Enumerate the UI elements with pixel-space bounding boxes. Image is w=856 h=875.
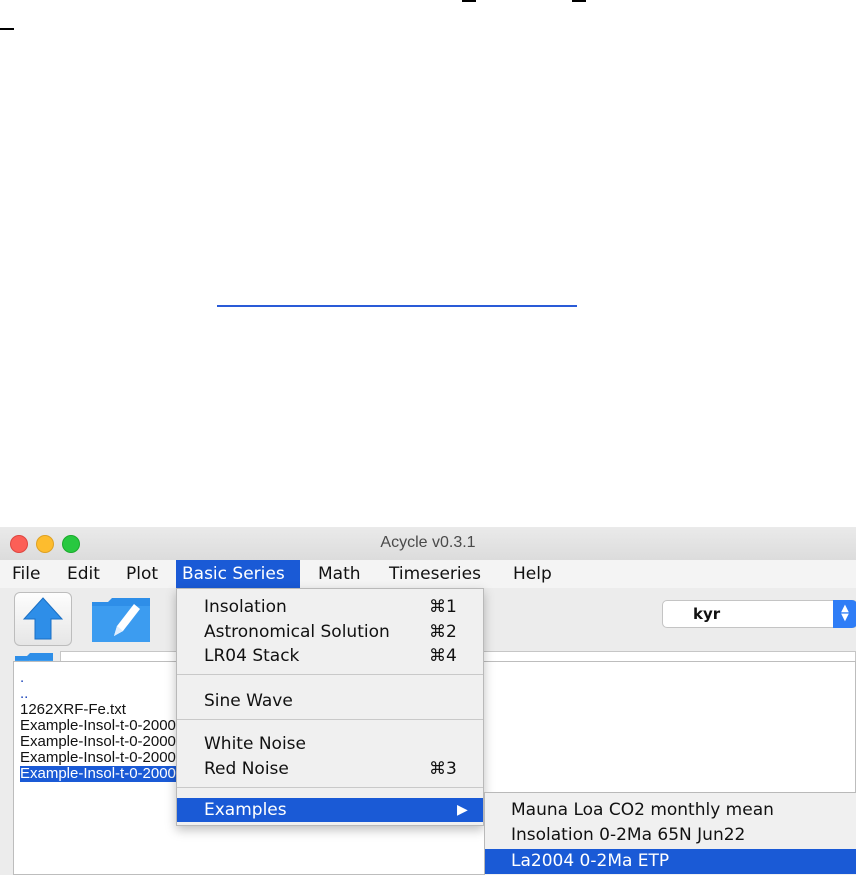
menu-item-insolation[interactable]: Insolation ⌘1 [177,595,483,619]
file-list-item[interactable]: . [20,670,24,686]
menu-item-sine-wave[interactable]: Sine Wave [177,689,483,713]
menu-item-shortcut: ⌘4 [429,646,457,666]
menu-item-label: Examples [204,800,287,820]
menu-help[interactable]: Help [507,560,558,588]
document-underline-3 [0,28,14,30]
menu-edit[interactable]: Edit [61,560,106,588]
menu-item-label: Red Noise [204,759,289,779]
submenu-arrow-icon: ▶ [457,802,468,818]
edit-file-button[interactable] [90,592,150,644]
document-hyperlink-underline[interactable] [217,305,577,307]
document-underline-1 [462,0,476,2]
menu-item-red-noise[interactable]: Red Noise ⌘3 [177,757,483,781]
menu-item-lr04-stack[interactable]: LR04 Stack ⌘4 [177,644,483,668]
menu-timeseries[interactable]: Timeseries [383,560,487,588]
menu-item-label: Astronomical Solution [204,622,390,642]
submenu-item-label: La2004 0-2Ma ETP [511,851,670,871]
menu-file[interactable]: File [6,560,46,588]
submenu-item-label: Mauna Loa CO2 monthly mean [511,800,774,820]
menu-item-examples[interactable]: Examples ▶ [177,798,483,822]
unit-select[interactable]: kyr ▲ ▼ [662,600,856,628]
pencil-icon [92,598,150,642]
menu-plot[interactable]: Plot [120,560,164,588]
menu-separator [177,787,483,788]
menu-item-shortcut: ⌘1 [429,597,457,617]
window-title: Acycle v0.3.1 [380,534,476,551]
submenu-item-mauna-loa[interactable]: Mauna Loa CO2 monthly mean [485,798,856,823]
submenu-item-insolation-example[interactable]: Insolation 0-2Ma 65N Jun22 [485,823,856,848]
menu-separator [177,719,483,720]
submenu-item-label: Insolation 0-2Ma 65N Jun22 [511,825,746,845]
menu-item-label: Insolation [204,597,287,617]
menu-math[interactable]: Math [312,560,367,588]
submenu-item-la2004-etp[interactable]: La2004 0-2Ma ETP [485,849,856,874]
menu-item-shortcut: ⌘2 [429,622,457,642]
up-arrow-icon [22,597,64,640]
document-underline-2 [572,0,586,2]
title-bar: Acycle v0.3.1 [0,527,856,561]
menu-basic-series[interactable]: Basic Series [176,560,300,588]
select-arrows-icon: ▲ ▼ [833,600,856,628]
menu-item-astronomical-solution[interactable]: Astronomical Solution ⌘2 [177,620,483,644]
menu-item-shortcut: ⌘3 [429,759,457,779]
parent-directory-button[interactable] [14,592,72,646]
menu-separator [177,674,483,675]
menu-bar: File Edit Plot Basic Series Math Timeser… [0,560,856,588]
basic-series-menu: Insolation ⌘1 Astronomical Solution ⌘2 L… [176,588,484,826]
file-list-item[interactable]: .. [20,686,28,702]
menu-item-white-noise[interactable]: White Noise [177,732,483,756]
menu-item-label: LR04 Stack [204,646,300,666]
file-list-item[interactable]: 1262XRF-Fe.txt [20,702,126,718]
unit-select-value: kyr [693,605,721,623]
menu-item-label: Sine Wave [204,691,293,711]
menu-item-label: White Noise [204,734,306,754]
examples-submenu: Mauna Loa CO2 monthly mean Insolation 0-… [484,792,856,875]
